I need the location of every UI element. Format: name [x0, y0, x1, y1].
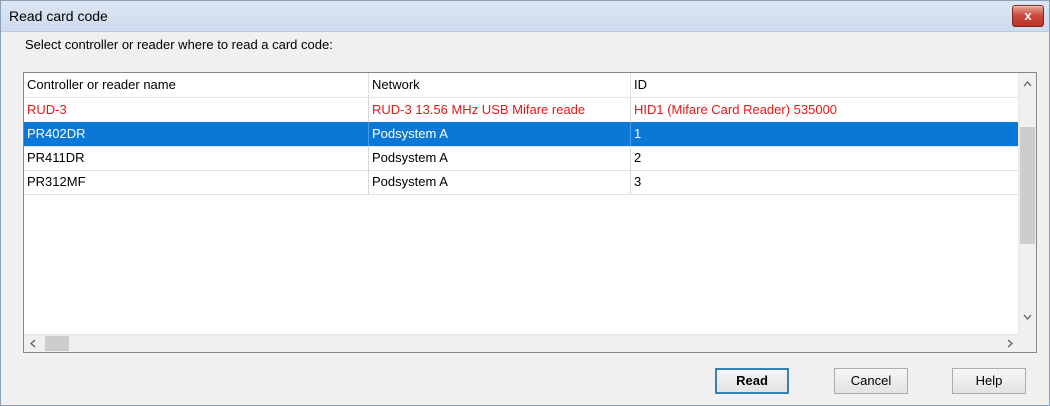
- column-header-network[interactable]: Network: [369, 73, 631, 97]
- scroll-corner: [1019, 335, 1036, 352]
- title-bar: Read card code x: [1, 1, 1049, 32]
- vertical-scrollbar[interactable]: [1018, 73, 1036, 335]
- cell-id: 1: [634, 126, 642, 141]
- chevron-left-icon[interactable]: [28, 338, 38, 349]
- cell-network: Podsystem A: [369, 146, 631, 170]
- chevron-right-icon[interactable]: [1005, 338, 1015, 349]
- table-row[interactable]: PR411DR Podsystem A 2: [24, 146, 1019, 171]
- cell-id: 3: [634, 174, 642, 189]
- instruction-label: Select controller or reader where to rea…: [25, 37, 333, 52]
- table-row-selected[interactable]: PR402DR Podsystem A 1: [24, 122, 1019, 147]
- controller-list[interactable]: Controller or reader name Network ID RUD…: [23, 72, 1037, 353]
- chevron-up-icon[interactable]: [1019, 79, 1036, 89]
- vertical-scroll-thumb[interactable]: [1020, 127, 1035, 244]
- window-title: Read card code: [9, 8, 108, 24]
- table-row[interactable]: PR312MF Podsystem A 3: [24, 170, 1019, 195]
- chevron-down-icon[interactable]: [1019, 312, 1036, 322]
- column-header-name[interactable]: Controller or reader name: [24, 73, 369, 97]
- read-button[interactable]: Read: [715, 368, 789, 394]
- cancel-button[interactable]: Cancel: [834, 368, 908, 394]
- table-row[interactable]: RUD-3 RUD-3 13.56 MHz USB Mifare reade H…: [24, 98, 1019, 123]
- cell-name: PR411DR: [24, 146, 369, 170]
- cell-network: RUD-3 13.56 MHz USB Mifare reade: [369, 98, 631, 122]
- close-button[interactable]: x: [1012, 5, 1044, 27]
- cell-name: RUD-3: [24, 98, 369, 122]
- cell-name: PR312MF: [24, 170, 369, 194]
- cell-name: PR402DR: [24, 122, 369, 146]
- list-header: Controller or reader name Network ID: [24, 73, 1019, 98]
- cell-id: HID1 (Mifare Card Reader) 535000: [634, 102, 838, 117]
- cell-network: Podsystem A: [369, 122, 631, 146]
- cell-network: Podsystem A: [369, 170, 631, 194]
- column-header-id[interactable]: ID: [631, 73, 1019, 97]
- horizontal-scroll-thumb[interactable]: [45, 336, 69, 351]
- read-card-code-dialog: Read card code x Select controller or re…: [0, 0, 1050, 406]
- cell-id: 2: [634, 150, 642, 165]
- horizontal-scrollbar[interactable]: [24, 334, 1019, 352]
- help-button[interactable]: Help: [952, 368, 1026, 394]
- close-icon: x: [1024, 8, 1032, 23]
